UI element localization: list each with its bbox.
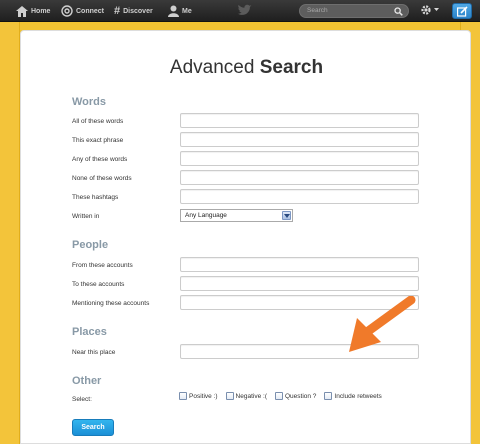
language-select[interactable]: Any Language	[180, 209, 293, 222]
include-retweets-checkbox[interactable]: Include retweets	[324, 392, 382, 400]
label-near-place: Near this place	[72, 349, 116, 356]
search-button[interactable]: Search	[72, 419, 114, 436]
language-select-value: Any Language	[185, 212, 227, 219]
search-placeholder: Search	[307, 7, 328, 14]
top-bar: Home Connect # Discover Me Search	[0, 0, 480, 22]
chevron-down-icon	[284, 214, 290, 218]
negative-label: Negative :(	[235, 392, 267, 400]
nav-connect-label: Connect	[76, 7, 104, 15]
page-title-bold: Search	[259, 57, 324, 78]
section-other-heading: Other	[72, 375, 102, 387]
all-words-input[interactable]	[180, 113, 419, 128]
attitude-options: Positive :) Negative :( Question ? Inclu…	[179, 392, 382, 400]
label-select: Select:	[72, 396, 92, 403]
label-exact-phrase: This exact phrase	[72, 137, 124, 144]
page-title-light: Advanced	[169, 57, 255, 78]
settings-menu[interactable]	[420, 4, 439, 16]
nav-home[interactable]: Home	[16, 3, 50, 19]
hash-icon: #	[114, 5, 121, 17]
home-icon	[16, 5, 28, 17]
gear-icon	[421, 5, 431, 15]
none-words-input[interactable]	[180, 170, 419, 185]
checkbox-box[interactable]	[179, 392, 187, 400]
any-words-input[interactable]	[180, 151, 419, 166]
label-written-in: Written in	[72, 213, 100, 220]
negative-checkbox[interactable]: Negative :(	[225, 392, 267, 400]
select-arrow	[282, 211, 291, 220]
compose-icon	[457, 6, 468, 17]
label-from-accounts: From these accounts	[72, 262, 133, 269]
question-checkbox[interactable]: Question ?	[274, 392, 317, 400]
label-all-words: All of these words	[72, 118, 124, 125]
label-any-words: Any of these words	[72, 156, 128, 163]
label-hashtags: These hashtags	[72, 194, 119, 201]
search-input[interactable]: Search	[299, 4, 409, 18]
checkbox-box[interactable]	[225, 392, 234, 400]
nav-me[interactable]: Me	[168, 3, 192, 19]
exact-phrase-input[interactable]	[180, 132, 419, 147]
page-title: Advanced Search	[21, 57, 472, 79]
section-words-heading: Words	[72, 96, 107, 108]
annotation-arrow-icon	[349, 296, 416, 352]
nav-connect[interactable]: Connect	[61, 3, 104, 19]
label-mentioning-accounts: Mentioning these accounts	[72, 300, 150, 307]
label-to-accounts: To these accounts	[72, 281, 125, 288]
left-frame	[0, 22, 20, 444]
person-icon	[168, 5, 179, 17]
checkbox-box[interactable]	[274, 392, 283, 400]
from-accounts-input[interactable]	[180, 257, 419, 272]
bird-icon[interactable]	[238, 4, 252, 16]
section-people-heading: People	[72, 239, 109, 251]
nav-home-label: Home	[31, 7, 51, 15]
nav-me-label: Me	[182, 7, 192, 15]
advanced-search-panel: Advanced Search Words All of these words…	[20, 30, 471, 444]
nav-discover-label: Discover	[123, 7, 153, 15]
to-accounts-input[interactable]	[180, 276, 419, 291]
compose-tweet-button[interactable]	[452, 3, 472, 19]
positive-checkbox[interactable]: Positive :)	[179, 392, 218, 400]
checkbox-box[interactable]	[324, 392, 333, 400]
positive-label: Positive :)	[189, 392, 218, 400]
magnifier-icon[interactable]	[394, 7, 403, 16]
nav-discover[interactable]: # Discover	[114, 3, 153, 19]
include-retweets-label: Include retweets	[334, 392, 382, 400]
label-none-words: None of these words	[72, 175, 132, 182]
chevron-down-icon	[434, 8, 439, 11]
question-label: Question ?	[284, 392, 317, 400]
hashtags-input[interactable]	[180, 189, 419, 204]
section-places-heading: Places	[72, 326, 107, 338]
at-icon	[61, 5, 73, 17]
